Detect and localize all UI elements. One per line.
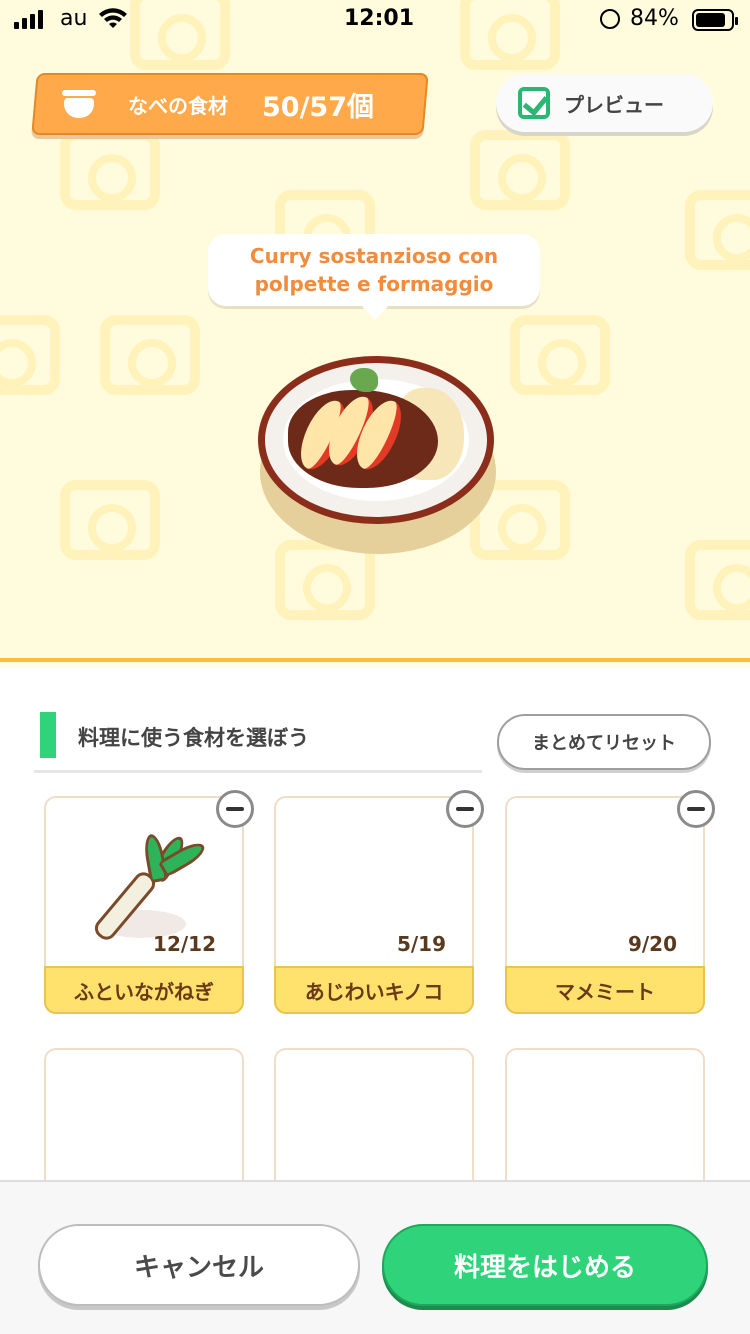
ingredient-count: 9/20: [627, 932, 677, 956]
minus-button[interactable]: [216, 790, 254, 828]
status-bar: au 12:01 84%: [0, 0, 750, 40]
pot-ingredients-badge: なべの食材 50/57個: [31, 73, 429, 135]
leek-icon: [90, 832, 218, 944]
battery-icon: [692, 9, 738, 31]
signal-icon: [14, 10, 43, 29]
recipe-name-line2: polpette e formaggio: [254, 272, 494, 296]
ingredient-name: あじわいキノコ: [274, 966, 474, 1014]
section-title: 料理に使う食材を選ぼう: [78, 726, 309, 750]
pot-count: 50/57個: [262, 91, 375, 123]
minus-button[interactable]: [677, 790, 715, 828]
carrier-label: au: [60, 6, 88, 31]
ingredient-card[interactable]: 5/19 あじわいキノコ: [274, 790, 484, 1014]
ingredient-name: マメミート: [505, 966, 705, 1014]
preview-label: プレビュー: [564, 92, 664, 117]
start-cooking-button[interactable]: 料理をはじめる: [382, 1224, 708, 1306]
cancel-button[interactable]: キャンセル: [38, 1224, 360, 1306]
minus-button[interactable]: [446, 790, 484, 828]
battery-percent: 84%: [630, 6, 679, 31]
ingredient-card[interactable]: 12/12 ふといながねぎ: [44, 790, 254, 1014]
ingredient-count: 12/12: [153, 932, 216, 956]
rotation-lock-icon: [600, 9, 620, 29]
herb-garnish: [350, 368, 378, 392]
footer-bar: キャンセル 料理をはじめる: [0, 1180, 750, 1334]
ingredient-count: 5/19: [396, 932, 446, 956]
section-marker: [40, 712, 56, 758]
recipe-name-line1: Curry sostanzioso con: [249, 244, 499, 268]
section-underline: [34, 770, 482, 773]
ingredient-card[interactable]: 9/20 マメミート: [505, 790, 715, 1014]
clock: 12:01: [344, 6, 415, 31]
pot-icon: [62, 90, 98, 118]
pot-label: なべの食材: [128, 93, 228, 118]
divider: [0, 658, 750, 662]
wifi-icon: [99, 8, 127, 28]
top-area: au 12:01 84% なべの食材 50/57個 プレビュー Curry so…: [0, 0, 750, 662]
preview-toggle[interactable]: プレビュー: [496, 74, 713, 132]
ingredient-name: ふといながねぎ: [44, 966, 244, 1014]
recipe-name-bubble: Curry sostanzioso con polpette e formagg…: [208, 234, 540, 306]
reset-all-button[interactable]: まとめてリセット: [497, 714, 711, 770]
checkbox-checked-icon: [518, 87, 550, 119]
ingredient-panel: 料理に使う食材を選ぼう まとめてリセット 12/12 ふといながねぎ 5/19 …: [0, 668, 750, 1238]
curry-dish-image: [254, 356, 496, 556]
